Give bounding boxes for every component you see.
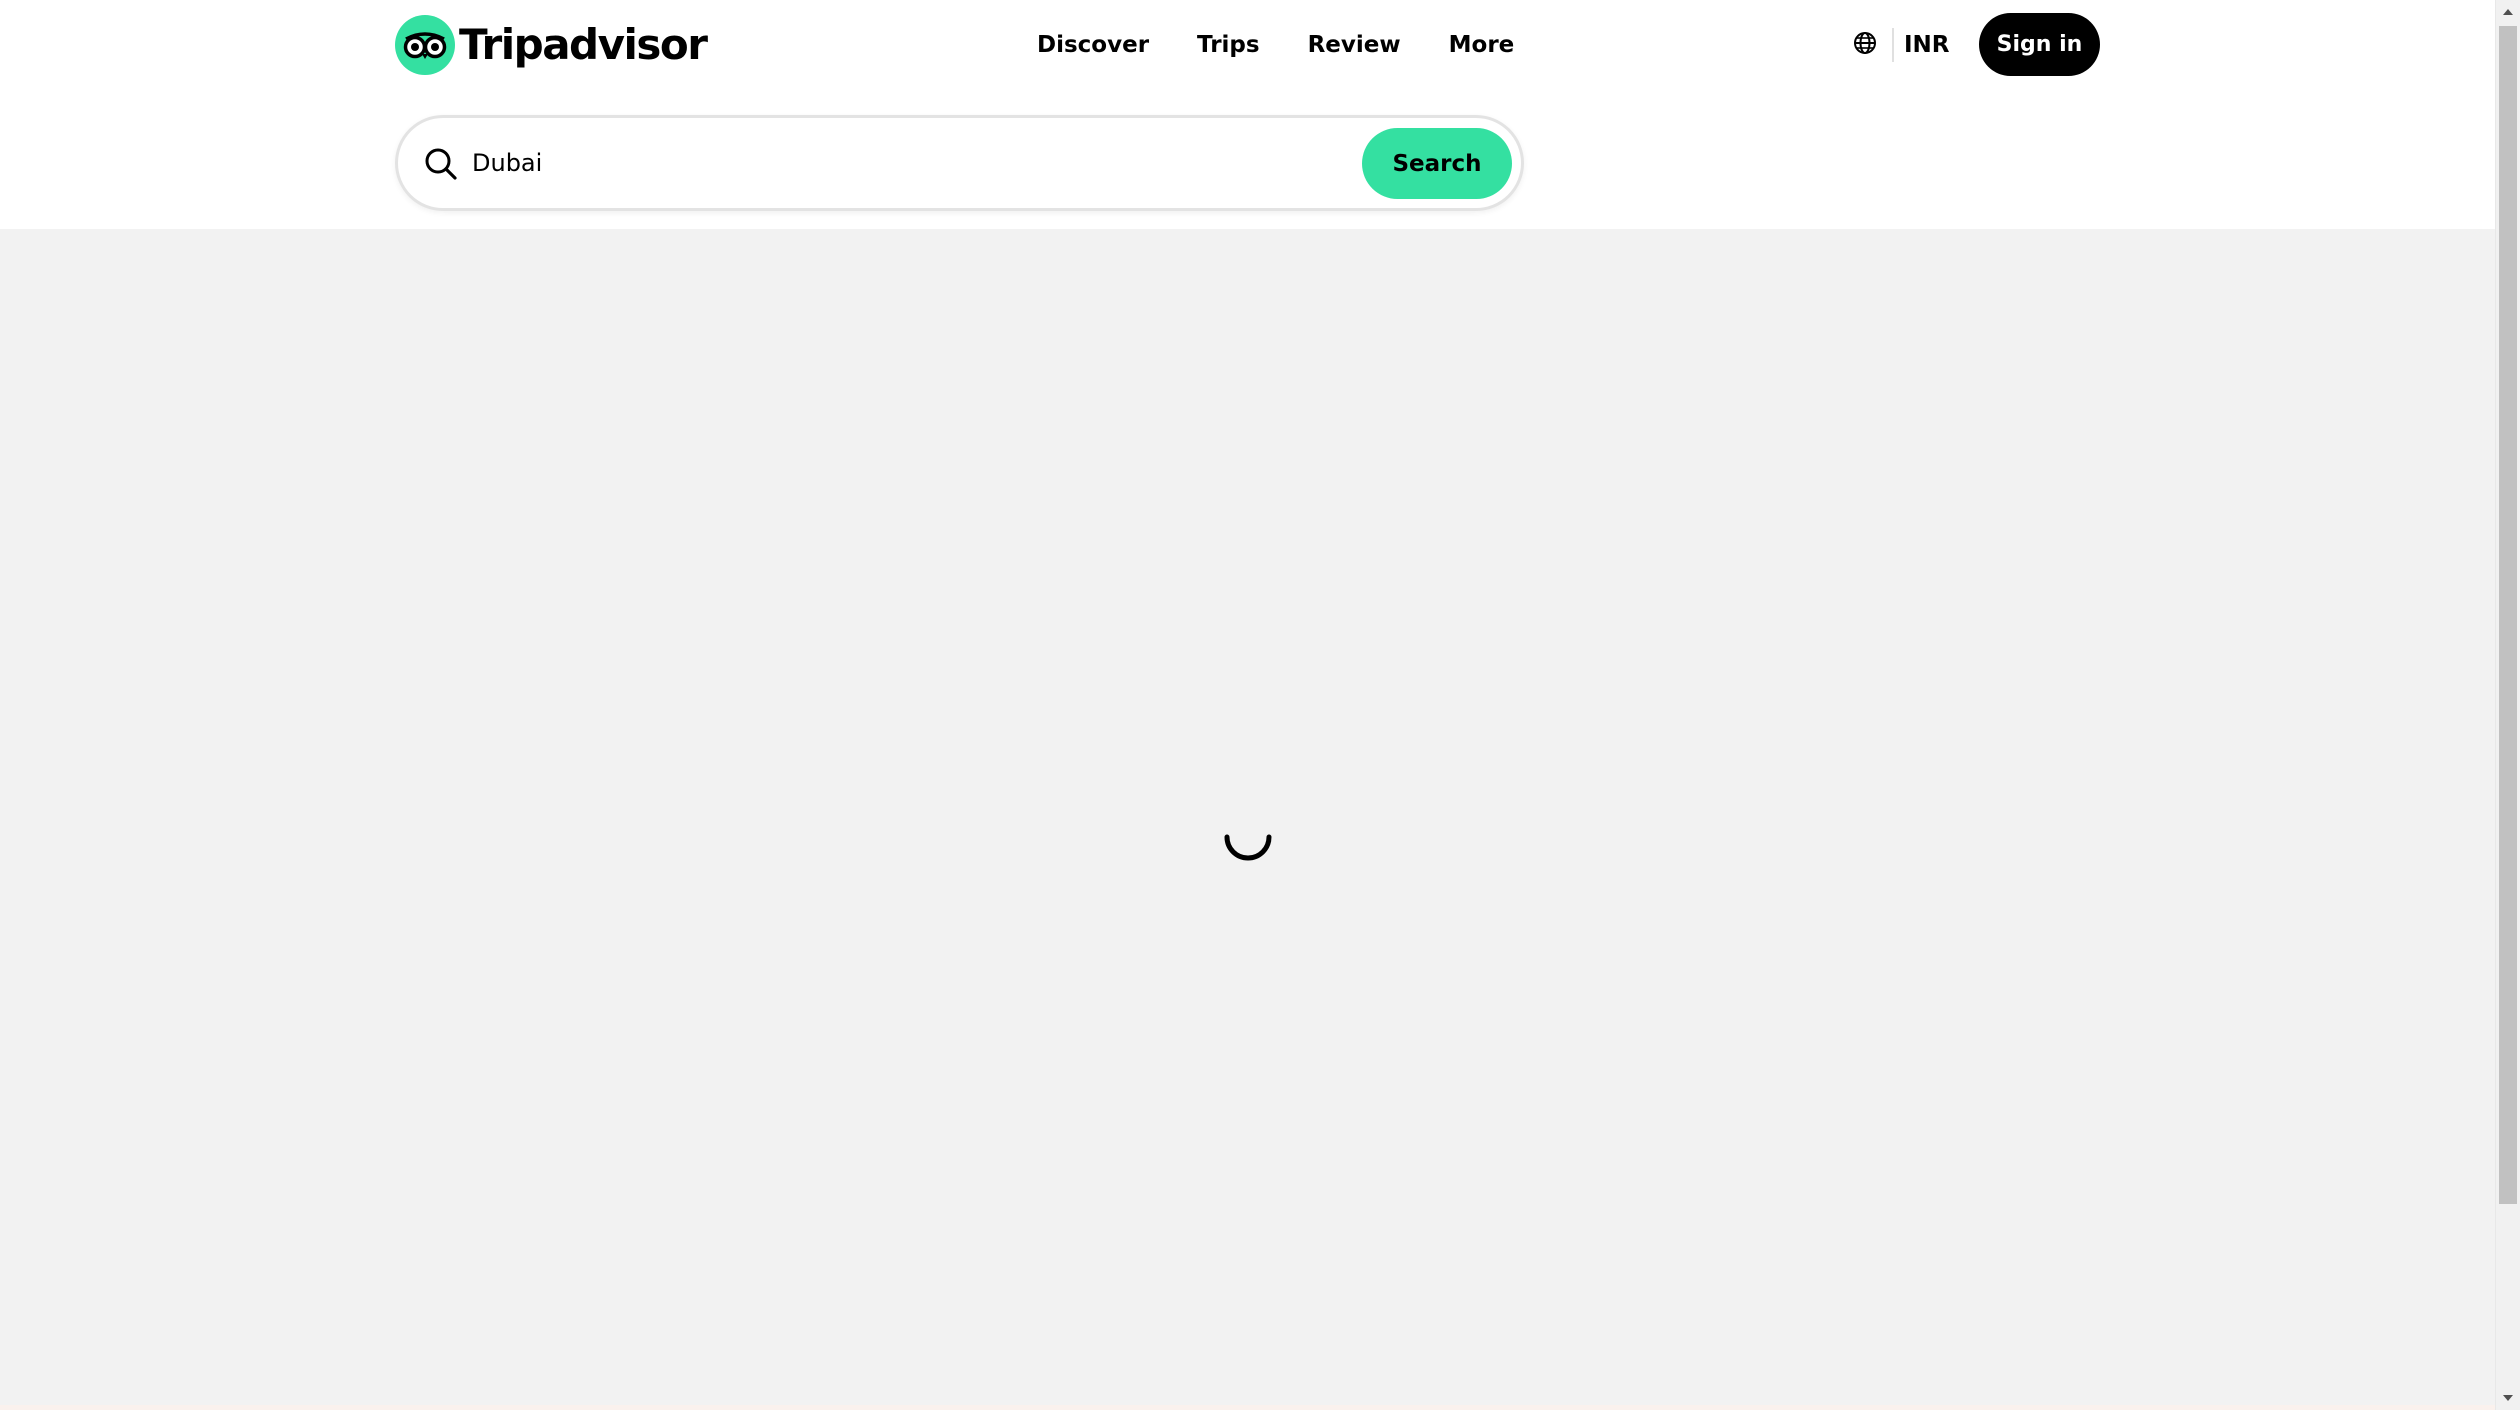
scroll-down-arrow-icon[interactable]	[2496, 1386, 2520, 1410]
tripadvisor-owl-icon	[395, 15, 455, 75]
nav-review[interactable]: Review	[1308, 32, 1401, 58]
nav-trips[interactable]: Trips	[1197, 32, 1260, 58]
search-icon	[424, 147, 458, 181]
nav-discover[interactable]: Discover	[1037, 32, 1149, 58]
page: Tripadvisor Discover Trips Review More I…	[0, 0, 2520, 1410]
scrollbar-thumb[interactable]	[2499, 26, 2517, 1204]
main-content	[0, 229, 2495, 1405]
loading-spinner-icon	[1222, 827, 1274, 871]
site-header: Tripadvisor Discover Trips Review More I…	[0, 0, 2495, 229]
main-nav: Discover Trips Review More	[1037, 25, 1514, 65]
brand-name: Tripadvisor	[459, 20, 708, 69]
scroll-up-arrow-icon[interactable]	[2496, 0, 2520, 24]
search-bar: Search	[395, 115, 1524, 211]
currency-code: INR	[1904, 32, 1950, 58]
nav-more[interactable]: More	[1449, 32, 1515, 58]
globe-icon	[1852, 30, 1878, 60]
divider	[1892, 28, 1894, 62]
search-input[interactable]	[470, 138, 1050, 188]
tripadvisor-logo[interactable]: Tripadvisor	[395, 14, 708, 76]
search-button[interactable]: Search	[1362, 128, 1512, 199]
footer-edge	[0, 1405, 2495, 1410]
sign-in-button[interactable]: Sign in	[1979, 13, 2100, 76]
page-scrollbar[interactable]	[2495, 0, 2520, 1410]
language-currency-selector[interactable]: INR	[1852, 24, 1950, 66]
